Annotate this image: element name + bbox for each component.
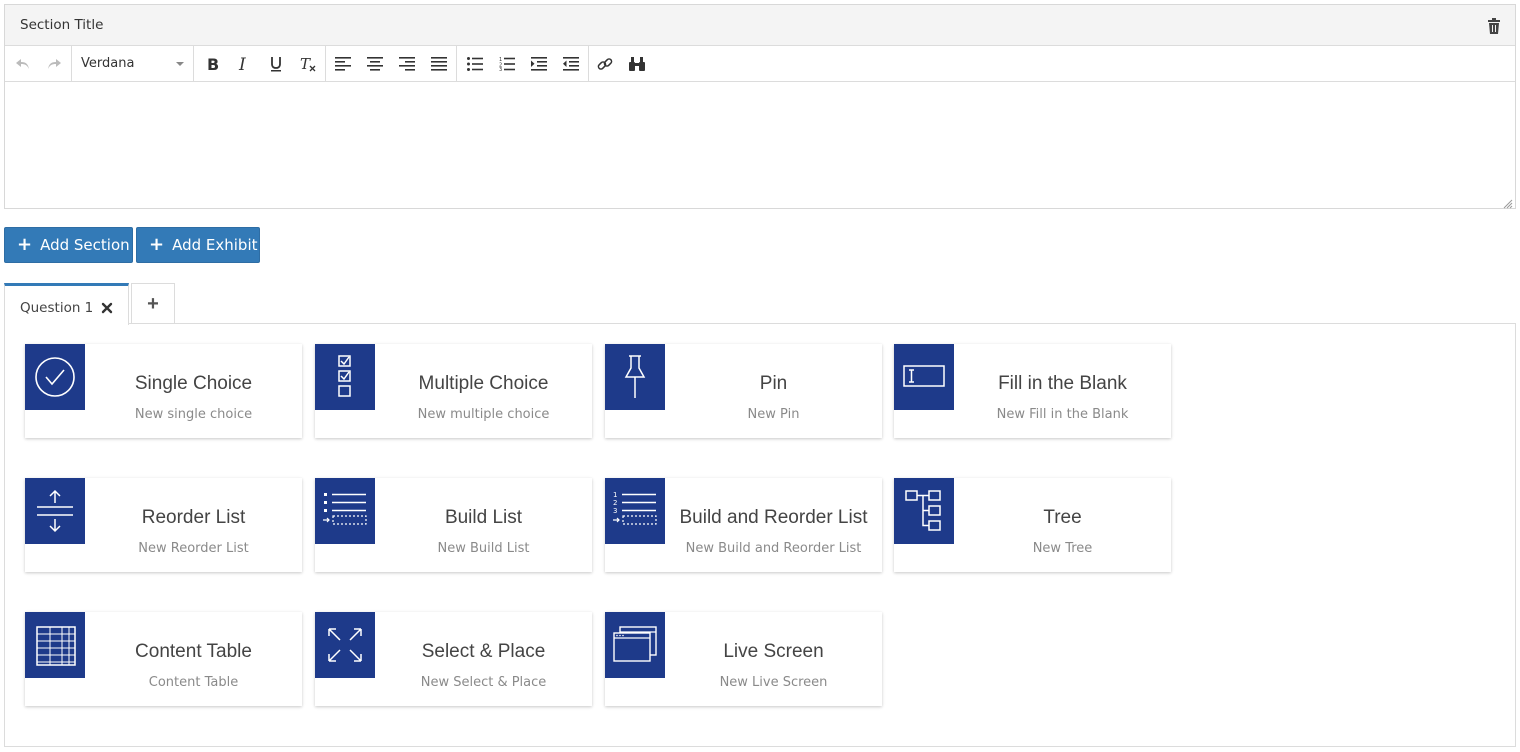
font-family-select[interactable]: Verdana [72, 46, 194, 81]
question-type-card-tree[interactable]: Tree New Tree [894, 478, 1171, 572]
undo-icon[interactable] [11, 52, 35, 76]
numbered-list-icon[interactable]: 123 [495, 52, 519, 76]
bold-icon[interactable]: B [200, 52, 224, 76]
svg-text:2: 2 [613, 499, 617, 507]
list-group: 123 [457, 46, 589, 81]
table-icon [25, 612, 85, 678]
question-type-card-content-table[interactable]: Content Table Content Table [25, 612, 302, 706]
card-subtitle: New Tree [1032, 541, 1093, 556]
redo-icon[interactable] [42, 52, 66, 76]
card-subtitle: New multiple choice [417, 407, 550, 422]
question-type-card-single-choice[interactable]: Single Choice New single choice [25, 344, 302, 438]
question-type-card-build-list[interactable]: Build List New Build List [315, 478, 592, 572]
card-title: Live Screen [723, 641, 824, 662]
question-type-card-multiple-choice[interactable]: Multiple Choice New multiple choice [315, 344, 592, 438]
card-title: Multiple Choice [418, 373, 549, 394]
plus-icon: + [147, 293, 159, 315]
card-subtitle: New Build List [437, 541, 530, 556]
indent-icon[interactable] [527, 52, 551, 76]
question-type-card-pin[interactable]: Pin New Pin [605, 344, 882, 438]
card-title: Content Table [135, 641, 252, 662]
card-subtitle: New Live Screen [719, 675, 828, 690]
svg-text:1: 1 [613, 491, 617, 499]
section-title: Section Title [20, 17, 104, 33]
add-section-label: Add Section [40, 236, 130, 254]
svg-text:I: I [238, 56, 246, 72]
question-type-card-fill-in-the-blank[interactable]: Fill in the Blank New Fill in the Blank [894, 344, 1171, 438]
italic-icon[interactable]: I [232, 52, 256, 76]
card-title: Reorder List [141, 507, 246, 528]
add-section-button[interactable]: + Add Section [4, 227, 133, 263]
clear-format-icon[interactable]: T [296, 52, 320, 76]
underline-icon[interactable] [264, 52, 288, 76]
card-subtitle: New Pin [747, 407, 800, 422]
add-tab-button[interactable]: + [131, 283, 175, 324]
history-group [5, 46, 72, 81]
plus-icon: + [149, 234, 165, 255]
insert-group [589, 46, 659, 81]
check-circle-icon [25, 344, 85, 410]
tab-question-1[interactable]: Question 1 [4, 283, 129, 325]
windows-icon [605, 612, 665, 678]
tree-icon [894, 478, 954, 544]
question-type-card-reorder-list[interactable]: Reorder List New Reorder List [25, 478, 302, 572]
outdent-icon[interactable] [559, 52, 583, 76]
checkbox-list-icon [315, 344, 375, 410]
pushpin-icon [605, 344, 665, 410]
align-justify-icon[interactable] [427, 52, 451, 76]
card-title: Select & Place [421, 641, 546, 662]
resize-grip-icon[interactable] [1503, 196, 1513, 209]
align-left-icon[interactable] [331, 52, 355, 76]
align-right-icon[interactable] [395, 52, 419, 76]
card-subtitle: New Fill in the Blank [996, 407, 1129, 422]
question-type-card-select-place[interactable]: Select & Place New Select & Place [315, 612, 592, 706]
link-icon[interactable] [593, 52, 617, 76]
editor-header: Section Title [5, 5, 1515, 46]
section-editor: Section Title Verdana B I T 1 2 3 [4, 4, 1516, 209]
card-subtitle: New Build and Reorder List [685, 541, 862, 556]
card-title: Build and Reorder List [679, 507, 868, 528]
text-field-icon [894, 344, 954, 410]
align-center-icon[interactable] [363, 52, 387, 76]
card-subtitle: New single choice [134, 407, 253, 422]
add-exhibit-button[interactable]: + Add Exhibit [136, 227, 260, 263]
format-group: B I T [194, 46, 326, 81]
question-type-card-live-screen[interactable]: Live Screen New Live Screen [605, 612, 882, 706]
card-title: Tree [1043, 507, 1082, 528]
card-title: Pin [759, 373, 788, 394]
card-subtitle: Content Table [148, 675, 239, 690]
plus-icon: + [17, 234, 33, 255]
alignment-group [326, 46, 457, 81]
binoculars-icon[interactable] [625, 52, 649, 76]
bullet-list-icon[interactable] [463, 52, 487, 76]
reorder-arrows-icon [25, 478, 85, 544]
font-family-value: Verdana [81, 56, 135, 71]
expand-arrows-icon [315, 612, 375, 678]
editor-toolbar: Verdana B I T 1 2 3 [5, 46, 1515, 82]
svg-text:T: T [300, 56, 311, 72]
build-list-icon [315, 478, 375, 544]
close-icon[interactable] [101, 301, 113, 314]
trash-icon[interactable] [1487, 18, 1501, 34]
card-title: Build List [444, 507, 523, 528]
tab-label: Question 1 [20, 300, 94, 316]
rich-text-area[interactable] [5, 82, 1515, 209]
question-type-card-build-and-reorder-list[interactable]: 123 Build and Reorder List New Build and… [605, 478, 882, 572]
card-title: Fill in the Blank [998, 373, 1127, 394]
card-subtitle: New Reorder List [138, 541, 249, 556]
card-subtitle: New Select & Place [420, 675, 547, 690]
svg-text:B: B [207, 56, 219, 72]
card-title: Single Choice [134, 373, 253, 394]
svg-text:3: 3 [613, 507, 617, 515]
chevron-down-icon [176, 62, 184, 66]
svg-text:3: 3 [499, 67, 502, 71]
numbered-build-list-icon: 123 [605, 478, 665, 544]
add-exhibit-label: Add Exhibit [172, 236, 258, 254]
